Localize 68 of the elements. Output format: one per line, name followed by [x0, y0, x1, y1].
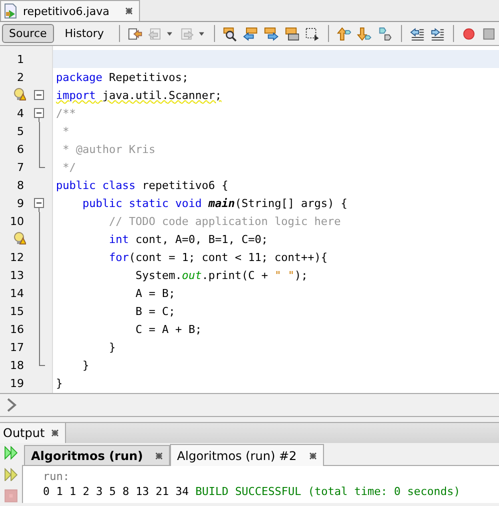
line-number: 17: [9, 340, 24, 354]
close-icon[interactable]: [125, 7, 134, 15]
shift-left-icon[interactable]: [410, 26, 424, 42]
line-number: 19: [9, 376, 24, 390]
code-line: B = C;: [134, 304, 176, 320]
console-line: run:: [43, 470, 70, 485]
line-number: 2: [16, 70, 24, 84]
line-number: 1: [16, 52, 24, 66]
caret-icon[interactable]: [198, 32, 204, 36]
find-previous-icon[interactable]: [243, 26, 258, 42]
history-tab[interactable]: History: [58, 24, 111, 43]
output-tab[interactable]: Algoritmos (run) #2: [170, 444, 324, 466]
line-number: 15: [9, 304, 24, 318]
caret-icon[interactable]: [167, 32, 172, 36]
lightbulb-warning-icon: [13, 232, 26, 245]
code-line: public static void main(String[] args) {: [81, 196, 348, 212]
code-line: *: [62, 124, 70, 140]
rerun-icon[interactable]: [3, 446, 19, 460]
line-number: 5: [16, 124, 24, 138]
close-icon[interactable]: [50, 429, 59, 437]
line-number: 13: [9, 268, 24, 282]
file-tab[interactable]: repetitivo6.java: [0, 0, 140, 21]
chevron-icon: [6, 398, 18, 412]
console-line: 0 1 1 2 3 5 8 13 21 34 BUILD SUCCESSFUL (total time: 0 seconds): [43, 485, 462, 500]
shift-right-icon[interactable]: [430, 26, 445, 42]
search-icon[interactable]: [222, 26, 238, 42]
record-icon[interactable]: [462, 26, 476, 42]
code-line: import java.util.Scanner;: [55, 88, 223, 104]
code-line: }: [108, 340, 117, 356]
output-tab[interactable]: Algoritmos (run): [24, 445, 170, 465]
line-number: 16: [9, 322, 24, 336]
line-number: 18: [9, 358, 24, 372]
code-line: C = A + B;: [134, 322, 203, 338]
line-number: 6: [16, 142, 24, 156]
line-number: 7: [16, 160, 24, 174]
up-arrow-bookmark-icon[interactable]: [336, 26, 352, 42]
code-line: // TODO code application logic here: [108, 214, 342, 230]
code-line: for(cont = 1; cont < 11; cont++){: [108, 250, 329, 266]
code-line: * @author Kris: [62, 142, 156, 158]
code-line: package Repetitivos;: [55, 70, 190, 86]
find-next-icon[interactable]: [264, 26, 279, 42]
code-line: int cont, A=0, B=1, C=0;: [108, 232, 269, 248]
code-line: }: [55, 376, 64, 392]
last-edit-icon[interactable]: [128, 26, 142, 42]
code-line: System.out.print(C + " ");: [134, 268, 309, 284]
rerun-icon[interactable]: [3, 468, 19, 482]
lightbulb-warning-icon: [13, 88, 26, 101]
close-icon[interactable]: [308, 452, 317, 460]
highlight-icon[interactable]: [284, 26, 300, 42]
code-line: public class repetitivo6 {: [55, 178, 230, 194]
code-line: /**: [55, 106, 77, 122]
down-arrow-bookmark-icon[interactable]: [357, 26, 372, 42]
code-line: }: [81, 358, 90, 374]
code-line: */: [62, 160, 77, 176]
line-number: 10: [9, 214, 24, 228]
stop-icon[interactable]: [482, 26, 497, 42]
code-line: A = B;: [134, 286, 176, 302]
line-number: 4: [16, 106, 24, 120]
bookmark-icon[interactable]: [378, 26, 393, 42]
line-number: 9: [16, 196, 24, 210]
source-tab[interactable]: Source: [2, 24, 54, 43]
rectangle-select-icon[interactable]: [305, 26, 320, 42]
close-icon[interactable]: [155, 452, 164, 460]
line-number: 8: [16, 178, 24, 192]
java-file-icon: [3, 3, 19, 19]
line-number: 14: [9, 286, 24, 300]
line-number: 12: [9, 250, 24, 264]
output-tab[interactable]: Output: [0, 423, 66, 443]
